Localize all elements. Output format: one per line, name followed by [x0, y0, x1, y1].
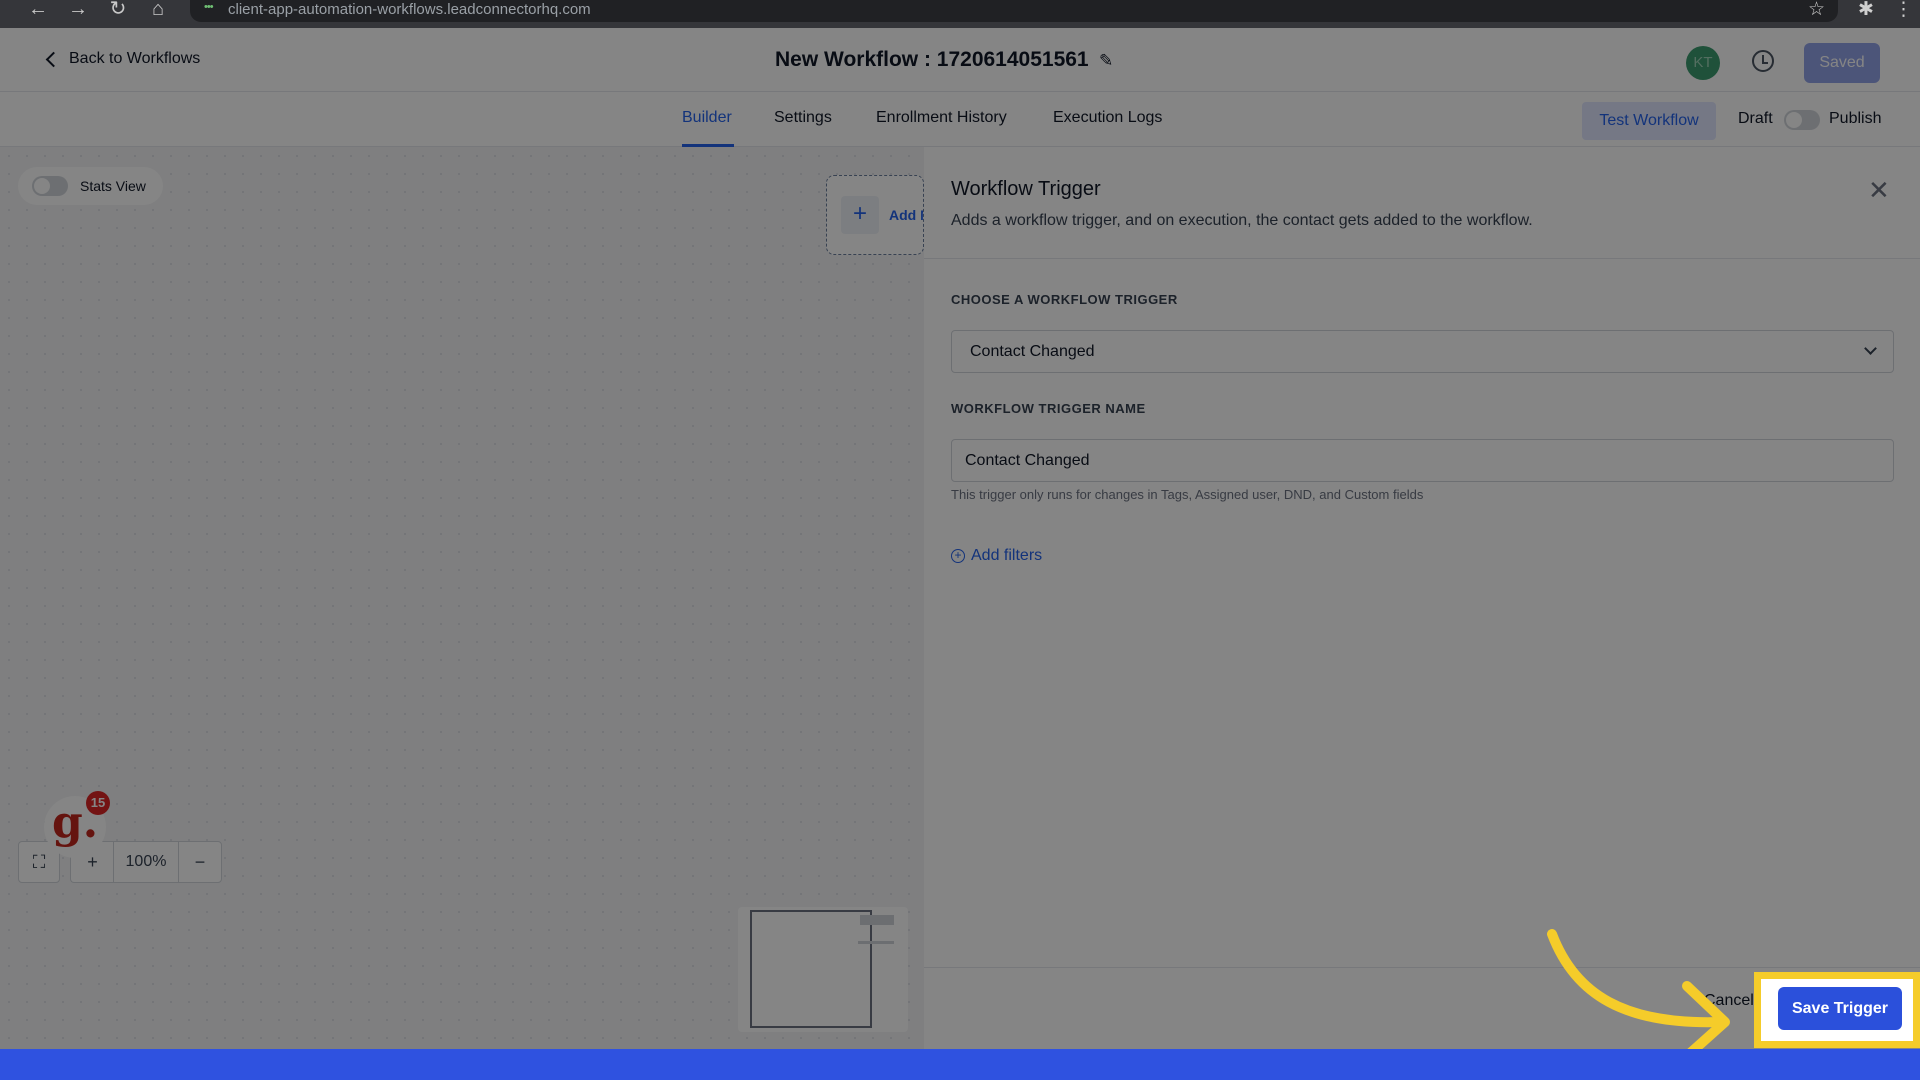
draft-label: Draft	[1738, 110, 1773, 127]
extensions-puzzle-icon[interactable]: ✱	[1858, 0, 1874, 20]
avatar[interactable]: KT	[1686, 46, 1720, 80]
tab-execution-logs[interactable]: Execution Logs	[1053, 109, 1162, 127]
app-header: Back to Workflows New Workflow : 1720614…	[0, 28, 1920, 92]
save-trigger-button[interactable]: Save Trigger	[1778, 987, 1902, 1030]
stats-view-toggle[interactable]	[32, 176, 68, 196]
browser-menu-icon[interactable]: ⋮	[1894, 0, 1913, 20]
workflow-title: New Workflow : 1720614051561	[775, 48, 1089, 71]
bookmark-star-icon[interactable]: ☆	[1808, 0, 1825, 20]
history-clock-icon[interactable]	[1752, 50, 1774, 72]
add-filters-link[interactable]: + Add filters	[951, 547, 1042, 565]
stats-view-control: Stats View	[18, 167, 163, 205]
panel-header: Workflow Trigger Adds a workflow trigger…	[924, 147, 1920, 259]
address-bar[interactable]: ••• client-app-automation-workflows.lead…	[190, 0, 1838, 22]
tab-bar: Builder Settings Enrollment History Exec…	[0, 92, 1920, 147]
zoom-out-button[interactable]: −	[178, 841, 222, 883]
fullscreen-icon: ⛶	[32, 852, 46, 872]
saved-button[interactable]: Saved	[1804, 43, 1880, 83]
workflow-canvas[interactable]: Stats View + Add New Trigger	[0, 147, 924, 1049]
home-icon[interactable]: ⌂	[144, 0, 172, 20]
forward-arrow-icon[interactable]: →	[64, 0, 92, 20]
trigger-help-text: This trigger only runs for changes in Ta…	[951, 487, 1424, 502]
notification-count-badge: 15	[86, 791, 110, 815]
stats-view-label: Stats View	[80, 178, 146, 194]
choose-trigger-label: CHOOSE A WORKFLOW TRIGGER	[951, 292, 1178, 307]
workflow-trigger-panel: Workflow Trigger Adds a workflow trigger…	[924, 147, 1920, 1049]
add-trigger-label: Add New Trigger	[889, 207, 923, 223]
panel-subtitle: Adds a workflow trigger, and on executio…	[951, 212, 1533, 229]
plus-icon: +	[841, 196, 879, 234]
test-workflow-button[interactable]: Test Workflow	[1582, 102, 1716, 140]
add-filters-label: Add filters	[971, 547, 1043, 564]
minimap-viewport[interactable]	[750, 910, 872, 1028]
close-icon[interactable]: ✕	[1868, 175, 1890, 206]
selected-trigger-value: Contact Changed	[970, 343, 1095, 360]
add-trigger-node[interactable]: + Add New Trigger	[826, 175, 924, 255]
url-text: client-app-automation-workflows.leadconn…	[228, 1, 591, 18]
circle-plus-icon: +	[951, 549, 965, 563]
pencil-edit-icon[interactable]: ✎	[1099, 51, 1113, 71]
bottom-blue-bar	[0, 1049, 1920, 1080]
back-to-workflows-link[interactable]: Back to Workflows	[44, 50, 200, 68]
plus-icon: +	[87, 852, 98, 872]
zoom-level: 100%	[113, 841, 179, 883]
tab-settings[interactable]: Settings	[774, 109, 832, 127]
tab-builder[interactable]: Builder	[682, 109, 732, 127]
minimap-line	[858, 941, 894, 944]
site-info-icon[interactable]: •••	[204, 1, 214, 13]
trigger-name-input[interactable]	[951, 439, 1894, 482]
trigger-select[interactable]: Contact Changed	[951, 330, 1894, 373]
minus-icon: −	[194, 852, 206, 872]
publish-toggle[interactable]	[1784, 110, 1820, 130]
reload-icon[interactable]: ↻	[104, 0, 132, 20]
tutorial-arrow-icon	[1547, 929, 1730, 1061]
chevron-down-icon	[1864, 342, 1877, 355]
tab-enrollment-history[interactable]: Enrollment History	[876, 109, 1007, 127]
browser-toolbar: ← → ↻ ⌂ ••• client-app-automation-workfl…	[0, 0, 1920, 28]
chevron-left-icon	[45, 51, 62, 67]
minimap-node	[860, 915, 894, 925]
back-arrow-icon[interactable]: ←	[24, 0, 52, 20]
minimap[interactable]	[738, 907, 908, 1032]
back-label: Back to Workflows	[69, 50, 201, 67]
panel-title: Workflow Trigger	[951, 178, 1101, 200]
publish-label: Publish	[1829, 110, 1882, 127]
trigger-name-label: WORKFLOW TRIGGER NAME	[951, 401, 1146, 416]
